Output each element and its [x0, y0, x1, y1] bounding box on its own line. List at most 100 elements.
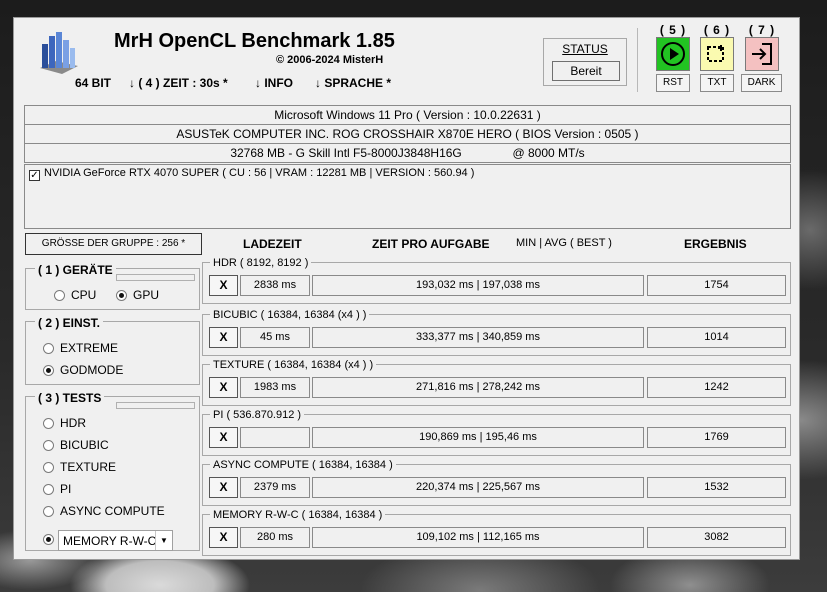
test-bicubic-name: BICUBIC ( 16384, 16384 (x4 ) ) [210, 309, 370, 321]
test-pi-name: PI ( 536.870.912 ) [210, 409, 305, 421]
language-menu[interactable]: ↓ SPRACHE * [315, 76, 391, 90]
memory-test-select-value: MEMORY R-W-C [63, 534, 157, 548]
rst-number: ( 5 ) [659, 23, 687, 37]
tests-group: ( 3 ) TESTS HDR BICUBIC TEXTURE PI ASYNC… [25, 391, 200, 551]
radio-bicubic-circle [43, 439, 54, 451]
test-texture-times: 271,816 ms | 278,242 ms [312, 377, 644, 398]
radio-pi-circle [43, 483, 54, 495]
tests-legend: ( 3 ) TESTS [35, 391, 105, 405]
test-bicubic-toggle-button[interactable]: X [209, 327, 238, 348]
test-memory-rwc-result: 3082 [647, 527, 786, 548]
col-time-per-task: ZEIT PRO AUFGABE [372, 237, 490, 251]
radio-godmode[interactable]: GODMODE [43, 363, 123, 377]
radio-gpu-circle [116, 289, 127, 301]
radio-bicubic-label: BICUBIC [60, 438, 109, 452]
memory-test-select[interactable]: MEMORY R-W-C ▼ [58, 530, 173, 551]
test-hdr-toggle-button[interactable]: X [209, 275, 238, 296]
dark-button[interactable]: DARK [741, 74, 782, 92]
radio-memory-rwc-circle [43, 534, 54, 545]
test-texture-name: TEXTURE ( 16384, 16384 (x4 ) ) [210, 359, 377, 371]
status-value: Bereit [552, 61, 620, 81]
test-pi-toggle-button[interactable]: X [209, 427, 238, 448]
chevron-down-icon[interactable]: ▼ [155, 531, 172, 550]
radio-hdr-label: HDR [60, 416, 86, 430]
gpu-list: ✓ NVIDIA GeForce RTX 4070 SUPER ( CU : 5… [24, 164, 791, 229]
radio-memory-rwc[interactable] [43, 534, 54, 545]
test-texture: TEXTURE ( 16384, 16384 (x4 ) ) X 1983 ms… [202, 359, 791, 406]
app-logo-icon [40, 32, 78, 74]
os-info: Microsoft Windows 11 Pro ( Version : 10.… [24, 105, 791, 125]
copyright-text: © 2006-2024 MisterH [276, 54, 384, 66]
test-texture-toggle-button[interactable]: X [209, 377, 238, 398]
radio-async-compute[interactable]: ASYNC COMPUTE [43, 504, 165, 518]
dark-number: ( 7 ) [748, 23, 776, 37]
test-hdr: HDR ( 8192, 8192 ) X 2838 ms 193,032 ms … [202, 257, 791, 304]
app-title: MrH OpenCL Benchmark 1.85 [114, 30, 395, 52]
settings-legend: ( 2 ) EINST. [35, 316, 104, 330]
test-bicubic: BICUBIC ( 16384, 16384 (x4 ) ) X 45 ms 3… [202, 309, 791, 356]
test-async-compute: ASYNC COMPUTE ( 16384, 16384 ) X 2379 ms… [202, 459, 791, 506]
test-async-compute-times: 220,374 ms | 225,567 ms [312, 477, 644, 498]
memory-module: 32768 MB - G Skill Intl F5-8000J3848H16G [230, 146, 462, 160]
test-async-compute-result: 1532 [647, 477, 786, 498]
radio-bicubic[interactable]: BICUBIC [43, 438, 109, 452]
radio-godmode-label: GODMODE [60, 363, 124, 377]
status-box: STATUS Bereit [543, 38, 627, 86]
header-divider [637, 28, 638, 92]
devices-group: ( 1 ) GERÄTE CPU GPU [25, 263, 200, 310]
test-hdr-name: HDR ( 8192, 8192 ) [210, 257, 312, 269]
selection-icon [707, 45, 724, 62]
radio-texture-label: TEXTURE [60, 460, 117, 474]
gpu-name: NVIDIA GeForce RTX 4070 SUPER ( CU : 56 … [44, 167, 475, 179]
col-min-avg: MIN | AVG ( BEST ) [516, 237, 612, 249]
radio-hdr[interactable]: HDR [43, 416, 86, 430]
txt-icon-button[interactable] [700, 37, 734, 71]
rst-button[interactable]: RST [656, 74, 690, 92]
col-result: ERGEBNIS [684, 237, 747, 251]
bit-label: 64 BIT [75, 76, 112, 90]
run-button[interactable] [656, 37, 690, 71]
tests-legend-line [116, 402, 195, 409]
play-icon [661, 42, 685, 66]
txt-button[interactable]: TXT [700, 74, 734, 92]
test-bicubic-load: 45 ms [240, 327, 310, 348]
radio-pi[interactable]: PI [43, 482, 71, 496]
radio-texture[interactable]: TEXTURE [43, 460, 116, 474]
radio-gpu[interactable]: GPU [116, 288, 159, 302]
test-memory-rwc-times: 109,102 ms | 112,165 ms [312, 527, 644, 548]
col-load: LADEZEIT [243, 237, 302, 251]
radio-extreme[interactable]: EXTREME [43, 341, 118, 355]
radio-cpu-circle [54, 289, 65, 301]
time-menu[interactable]: ↓ ( 4 ) ZEIT : 30s * [129, 76, 228, 90]
exit-icon [752, 43, 772, 65]
txt-number: ( 6 ) [703, 23, 731, 37]
radio-texture-circle [43, 461, 54, 473]
test-hdr-times: 193,032 ms | 197,038 ms [312, 275, 644, 296]
radio-extreme-label: EXTREME [60, 341, 119, 355]
test-hdr-result: 1754 [647, 275, 786, 296]
test-async-compute-name: ASYNC COMPUTE ( 16384, 16384 ) [210, 459, 396, 471]
info-menu[interactable]: ↓ INFO [255, 76, 293, 90]
test-pi: PI ( 536.870.912 ) X 190,869 ms | 195,46… [202, 409, 791, 456]
radio-cpu-label: CPU [71, 288, 97, 302]
dark-icon-button[interactable] [745, 37, 779, 71]
test-pi-result: 1769 [647, 427, 786, 448]
test-async-compute-toggle-button[interactable]: X [209, 477, 238, 498]
radio-pi-label: PI [60, 482, 72, 496]
devices-legend: ( 1 ) GERÄTE [35, 263, 116, 277]
test-memory-rwc-toggle-button[interactable]: X [209, 527, 238, 548]
group-size-button[interactable]: GRÖSSE DER GRUPPE : 256 * [25, 233, 202, 255]
test-memory-rwc-load: 280 ms [240, 527, 310, 548]
test-texture-result: 1242 [647, 377, 786, 398]
radio-cpu[interactable]: CPU [54, 288, 96, 302]
gpu-checkbox[interactable]: ✓ [29, 170, 40, 181]
status-label: STATUS [562, 42, 608, 56]
devices-legend-line [116, 274, 195, 281]
benchmark-window: MrH OpenCL Benchmark 1.85 © 2006-2024 Mi… [13, 17, 800, 560]
radio-async-compute-circle [43, 505, 54, 517]
radio-godmode-circle [43, 364, 54, 376]
radio-async-compute-label: ASYNC COMPUTE [60, 504, 165, 518]
test-bicubic-times: 333,377 ms | 340,859 ms [312, 327, 644, 348]
radio-extreme-circle [43, 342, 54, 354]
test-memory-rwc: MEMORY R-W-C ( 16384, 16384 ) X 280 ms 1… [202, 509, 791, 556]
